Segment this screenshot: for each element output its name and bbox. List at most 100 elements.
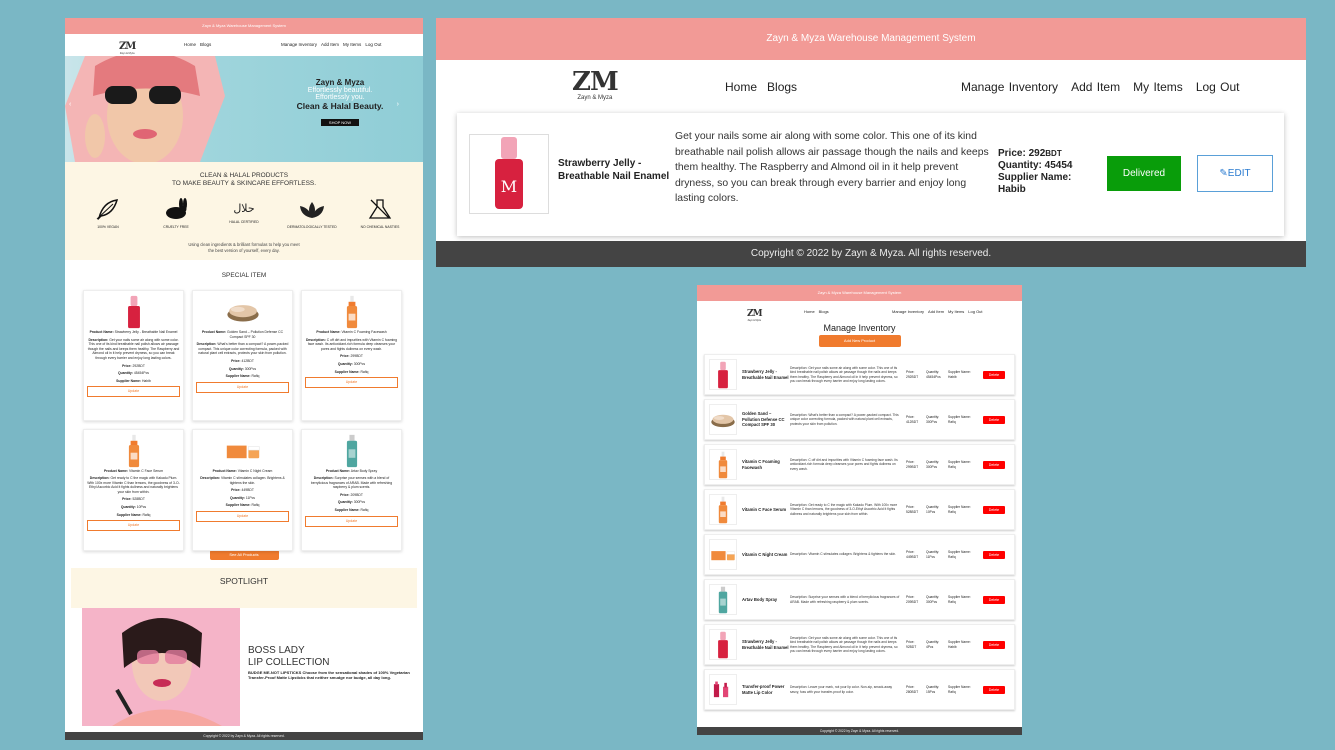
edit-label: EDIT	[1227, 168, 1251, 179]
product-price: Price: 92BDT	[906, 640, 917, 649]
delete-button[interactable]: Delete	[983, 595, 1005, 604]
product-image	[709, 674, 737, 705]
logo[interactable]: ZM Zayn & Myza	[747, 304, 763, 323]
product-supplier: Supplier Name: Rafiq	[225, 374, 260, 379]
nav-home[interactable]: Home	[804, 309, 815, 314]
product-price: Price: 449BDT	[906, 550, 919, 559]
delete-button[interactable]: Delete	[983, 685, 1005, 694]
nav-manage-inventory[interactable]: Manage Inventory	[892, 309, 924, 314]
nav-log-out[interactable]: Log Out	[365, 42, 381, 47]
clean-note: Using clean ingredients & brilliant form…	[65, 242, 423, 254]
nav-blogs[interactable]: Blogs	[819, 309, 829, 314]
hero-brand: Zayn & Myza	[315, 78, 365, 87]
product-price: Price: 280BDT	[906, 685, 919, 694]
update-button[interactable]: Update	[196, 511, 289, 522]
product-price: Price: 209BDT	[906, 595, 919, 604]
product-meta: Price: 292BDT Quantity: 45454 Supplier N…	[998, 148, 1072, 196]
logo[interactable]: ZM Zayn & Myza	[119, 37, 136, 56]
nav-home[interactable]: Home	[184, 42, 196, 47]
spotlight-model-image	[82, 608, 240, 726]
see-all-products-button[interactable]: See All Products	[209, 550, 279, 560]
logo-mark: ZM	[119, 41, 136, 52]
nav-right: Manage Inventory Add Item My Items Log Out	[281, 42, 385, 47]
nav-log-out[interactable]: Log Out	[968, 309, 982, 314]
special-grid: Product Name: Strawberry Jelly - Breatha…	[65, 290, 423, 552]
update-button[interactable]: Update	[87, 520, 180, 532]
badge-label: 100% VEGAN	[97, 225, 119, 229]
edit-button[interactable]: ✎EDIT	[1197, 155, 1273, 192]
hero-model-image	[65, 56, 225, 162]
clean-section: CLEAN & HALAL PRODUCTS TO MAKE BEAUTY & …	[65, 162, 423, 260]
supplier-label: Supplier Name:	[998, 172, 1072, 183]
update-button[interactable]: Update	[305, 515, 398, 527]
nav-my-items[interactable]: My Items	[1133, 80, 1183, 94]
product-supplier: Supplier Name: Habib	[948, 640, 971, 649]
product-image	[709, 359, 737, 390]
nav-add-item[interactable]: Add Item	[1071, 80, 1120, 94]
product-quantity: Quantity: 45454Pcs	[926, 370, 941, 379]
badge-vegan: 100% VEGAN	[83, 198, 133, 229]
inventory-row: Vitamin C Face Serum Description: Get re…	[704, 489, 1015, 530]
product-description: Description: Get ready to C the magic wi…	[790, 502, 898, 516]
nav-blogs[interactable]: Blogs	[200, 42, 211, 47]
shop-now-button[interactable]: SHOP NOW	[320, 119, 360, 126]
product-description: Description: C off dirt and impurities w…	[790, 457, 898, 471]
nav-blogs[interactable]: Blogs	[767, 80, 797, 94]
product-description: Description: Get your nails some air alo…	[790, 365, 898, 383]
delete-button[interactable]: Delete	[983, 550, 1005, 559]
product-description: Description: Get ready to C the magic wi…	[87, 476, 180, 494]
footer-copyright: Copyright © 2022 by Zayn & Myza. All rig…	[436, 241, 1306, 267]
badges-row: 100% VEGAN CRUELTY FREE حلال HALAL CERTI…	[83, 198, 405, 229]
delete-button[interactable]: Delete	[983, 505, 1005, 514]
rabbit-icon	[166, 198, 187, 219]
item-card: M Strawberry Jelly - Breathable Nail Ena…	[457, 113, 1284, 236]
leaf-icon	[96, 199, 119, 221]
chevron-right-icon[interactable]: ›	[397, 101, 399, 108]
product-quantity: Quantity: 300Pcs	[337, 500, 366, 505]
product-name: Product Name: Vitamin C Night Cream	[212, 468, 273, 473]
product-supplier: Supplier Name: Rafiq	[948, 595, 971, 604]
manage-inventory-screenshot: Zayn & Myza Warehouse Management System …	[697, 285, 1022, 735]
product-name: Strawberry Jelly - Breathable Nail Ename…	[742, 638, 789, 650]
product-quantity: Quantity: 45454Pcs	[118, 371, 149, 376]
badge-no-chemical: NO CHEMICAL NASTIES	[355, 198, 405, 229]
nav-right: Manage Inventory Add Item My Items Log O…	[961, 80, 1240, 94]
product-supplier: Supplier Name: Rafiq	[948, 505, 971, 514]
logo[interactable]: ZM Zayn & Myza	[572, 69, 619, 101]
product-image	[305, 433, 398, 469]
product-name: Product Name: Golden Sand – Pollution De…	[201, 330, 284, 339]
product-supplier: Supplier Name: Rafiq	[948, 460, 971, 469]
chevron-left-icon[interactable]: ‹	[69, 101, 71, 108]
special-item-card: Product Name: Vitamin C Night Cream Desc…	[192, 428, 293, 551]
delivered-button[interactable]: Delivered	[1107, 156, 1181, 191]
delete-button[interactable]: Delete	[983, 640, 1005, 649]
hero-line3: Clean & Halal Beauty.	[296, 101, 384, 111]
nav-my-items[interactable]: My Items	[343, 42, 361, 47]
nav-home[interactable]: Home	[725, 80, 757, 94]
nav-add-item[interactable]: Add Item	[321, 42, 339, 47]
nav-manage-inventory[interactable]: Manage Inventory	[961, 80, 1058, 94]
update-button[interactable]: Update	[196, 381, 289, 393]
product-name: Strawberry Jelly - Breathable Nail Ename…	[558, 158, 670, 182]
delete-button[interactable]: Delete	[983, 415, 1005, 424]
clean-title-2: TO MAKE BEAUTY & SKINCARE EFFORTLESS.	[171, 180, 317, 188]
nav-add-item[interactable]: Add Item	[928, 309, 944, 314]
inventory-row: Vitamin C Foaming Facewash Description: …	[704, 444, 1015, 485]
product-price: Price: 209BDT	[340, 492, 363, 497]
update-button[interactable]: Update	[305, 377, 398, 388]
edit-icon: ✎	[1219, 168, 1228, 179]
badge-derm: DERMATOLOGICALLY TESTED	[287, 198, 337, 229]
nav-log-out[interactable]: Log Out	[1196, 80, 1240, 94]
delete-button[interactable]: Delete	[983, 460, 1005, 469]
product-quantity: Quantity: 10Pcs	[926, 505, 940, 514]
inventory-row: Transfer-proof Power Matte Lip Color Des…	[704, 669, 1015, 710]
clean-title: CLEAN & HALAL PRODUCTS TO MAKE BEAUTY & …	[65, 162, 423, 188]
nav-manage-inventory[interactable]: Manage Inventory	[281, 42, 317, 47]
product-image	[709, 449, 737, 480]
delete-button[interactable]: Delete	[983, 370, 1005, 379]
update-button[interactable]: Update	[87, 386, 180, 398]
nav-my-items[interactable]: My Items	[948, 309, 964, 314]
product-image	[305, 294, 398, 330]
product-price: Price: 528BDT	[906, 505, 919, 514]
add-new-product-button[interactable]: Add New Product	[818, 335, 901, 347]
